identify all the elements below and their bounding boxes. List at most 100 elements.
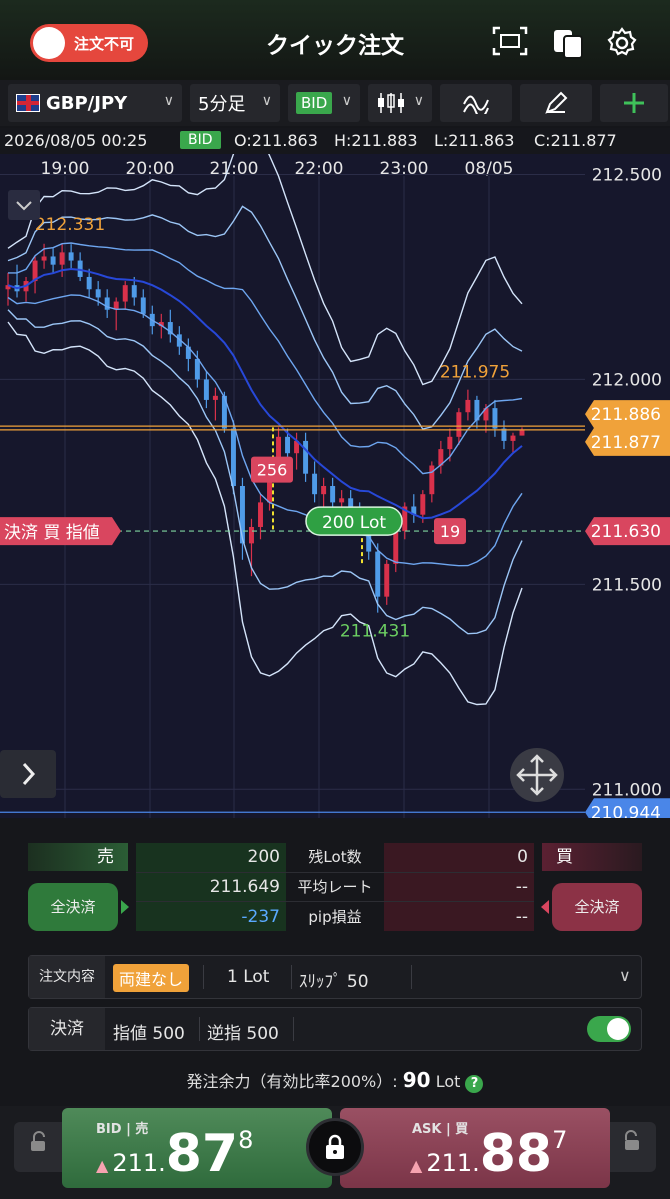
candle-body (131, 285, 137, 298)
slippage[interactable]: ｽﾘｯﾌﾟ 50 (299, 967, 369, 992)
margin-value: 90 (402, 1068, 431, 1092)
candle-body (285, 436, 291, 454)
bid-sup: 8 (238, 1126, 254, 1154)
candle-body (122, 285, 128, 302)
lock-icon (326, 1134, 344, 1159)
y-tick-label: 212.500 (592, 165, 662, 185)
candle-body (50, 256, 56, 265)
chart-toolbar: GBP/JPY ∨ 5分足 ∨ BID ∨ ∨ (0, 80, 670, 126)
ask-prefix: 211. (426, 1149, 480, 1177)
timeframe-select[interactable]: 5分足 ∨ (190, 84, 280, 122)
price-tag-1: 211.886 (591, 405, 661, 425)
add-button[interactable] (600, 84, 668, 122)
sell-header: 売 (28, 843, 128, 871)
pips-loss-badge: 256 (257, 461, 288, 480)
chevron-down-icon: ∨ (163, 93, 174, 109)
divider (199, 1017, 200, 1041)
price-chart[interactable]: 19:00 20:00 21:00 22:00 23:00 08/05 212.500 212… (0, 122, 670, 827)
lots-label: 残Lot数 (308, 848, 362, 866)
order-settings-row[interactable]: 注文内容 両建なし 1 Lot ｽﾘｯﾌﾟ 50 ∨ (28, 955, 642, 999)
uk-flag-icon (16, 94, 40, 112)
ohlc-bar: 2026/08/05 00:25 BID O:211.863 H:211.883… (0, 128, 670, 154)
candle-body (492, 408, 498, 429)
x-tick-label: 23:00 (380, 159, 429, 179)
collapse-button[interactable] (8, 190, 40, 220)
candle-body (321, 486, 327, 495)
center-lock-button[interactable] (306, 1118, 364, 1176)
candle-body (393, 531, 399, 564)
bid-big: 87 (165, 1124, 239, 1184)
buy-lots: 0 (517, 847, 528, 867)
ask-big: 88 (479, 1124, 553, 1184)
divider (411, 965, 412, 989)
bid-price: ▲ 211.878 (96, 1124, 253, 1184)
settle-stop[interactable]: 逆指 500 (207, 1019, 279, 1044)
gear-icon[interactable] (604, 26, 640, 60)
order-lot[interactable]: 1 Lot (227, 967, 269, 987)
chevron-down-icon: ∨ (413, 93, 424, 109)
indicator-icon (463, 95, 489, 114)
price-tag-2: 211.877 (591, 433, 661, 453)
candle-body (312, 473, 318, 495)
hedge-badge[interactable]: 両建なし (113, 964, 190, 992)
sell-arrow-icon (121, 900, 129, 914)
ohlc-low: L:211.863 (434, 131, 515, 150)
toggle-knob (607, 1018, 629, 1040)
lot-badge: 200 Lot (322, 513, 386, 533)
chart-canvas[interactable]: 19:00 20:00 21:00 22:00 23:00 08/05 212.500 212… (0, 122, 670, 827)
up-triangle-icon: ▲ (96, 1156, 109, 1175)
close-all-buy-button[interactable]: 全決済 (552, 883, 642, 931)
buy-pips: -- (515, 907, 528, 927)
pencil-icon (545, 91, 568, 114)
chevron-down-icon: ∨ (341, 93, 352, 109)
buy-header: 買 (542, 843, 642, 871)
ohlc-close: C:211.877 (534, 131, 617, 150)
settle-toggle[interactable] (587, 1016, 631, 1042)
expand-panel-button[interactable] (0, 750, 56, 798)
buy-price-button[interactable]: ASK | 買 ▲ 211.887 (340, 1108, 610, 1188)
candle-body (203, 379, 209, 400)
ohlc-price-type: BID (180, 131, 221, 149)
margin-unit: Lot (435, 1072, 461, 1091)
screen-icon[interactable] (492, 26, 528, 60)
sell-lock-icon[interactable] (14, 1122, 64, 1172)
ohlc-datetime: 2026/08/05 00:25 (4, 131, 148, 150)
ask-price: ▲ 211.887 (410, 1124, 567, 1184)
buy-arrow-icon (541, 900, 549, 914)
x-tick-label: 20:00 (126, 159, 175, 179)
x-tick-label: 19:00 (41, 159, 90, 179)
y-tick-label: 211.000 (592, 780, 662, 800)
ohlc-open: O:211.863 (234, 131, 318, 150)
chart-type-select[interactable]: ∨ (368, 84, 432, 122)
price-type-select[interactable]: BID ∨ (288, 84, 360, 122)
help-icon[interactable]: ? (465, 1075, 484, 1093)
indicator-button[interactable] (440, 84, 512, 122)
settle-limit[interactable]: 指値 500 (113, 1019, 185, 1044)
timeframe-label: 5分足 (198, 94, 246, 115)
pair-label: GBP/JPY (46, 92, 128, 114)
candle-body (140, 297, 146, 314)
candle-body (510, 435, 516, 441)
avg-rate-label: 平均レート (297, 878, 373, 896)
order-label: 決済 買 指値 (4, 523, 100, 543)
chevron-down-icon: ∨ (261, 93, 272, 109)
candlestick-icon (378, 93, 404, 113)
buy-lock-icon[interactable] (606, 1122, 656, 1172)
chevron-down-icon[interactable]: ∨ (619, 966, 631, 985)
divider (293, 1017, 294, 1041)
candle-body (501, 428, 507, 441)
candle-body (420, 494, 426, 515)
close-all-sell-button[interactable]: 全決済 (28, 883, 118, 931)
x-tick-label: 08/05 (465, 159, 514, 179)
price-type-badge: BID (296, 92, 333, 114)
candle-body (59, 252, 65, 265)
app-header: 注文不可 クイック注文 (0, 0, 670, 80)
candle-body (429, 465, 435, 495)
split-lot-icon[interactable] (550, 28, 586, 62)
drawing-tool-button[interactable] (520, 84, 592, 122)
sell-price-button[interactable]: BID | 売 ▲ 211.878 (62, 1108, 332, 1188)
settle-settings-row: 決済 指値 500 逆指 500 (28, 1007, 642, 1051)
buy-avg-rate: -- (515, 877, 528, 897)
candle-body (303, 440, 309, 474)
pair-select[interactable]: GBP/JPY ∨ (8, 84, 182, 122)
